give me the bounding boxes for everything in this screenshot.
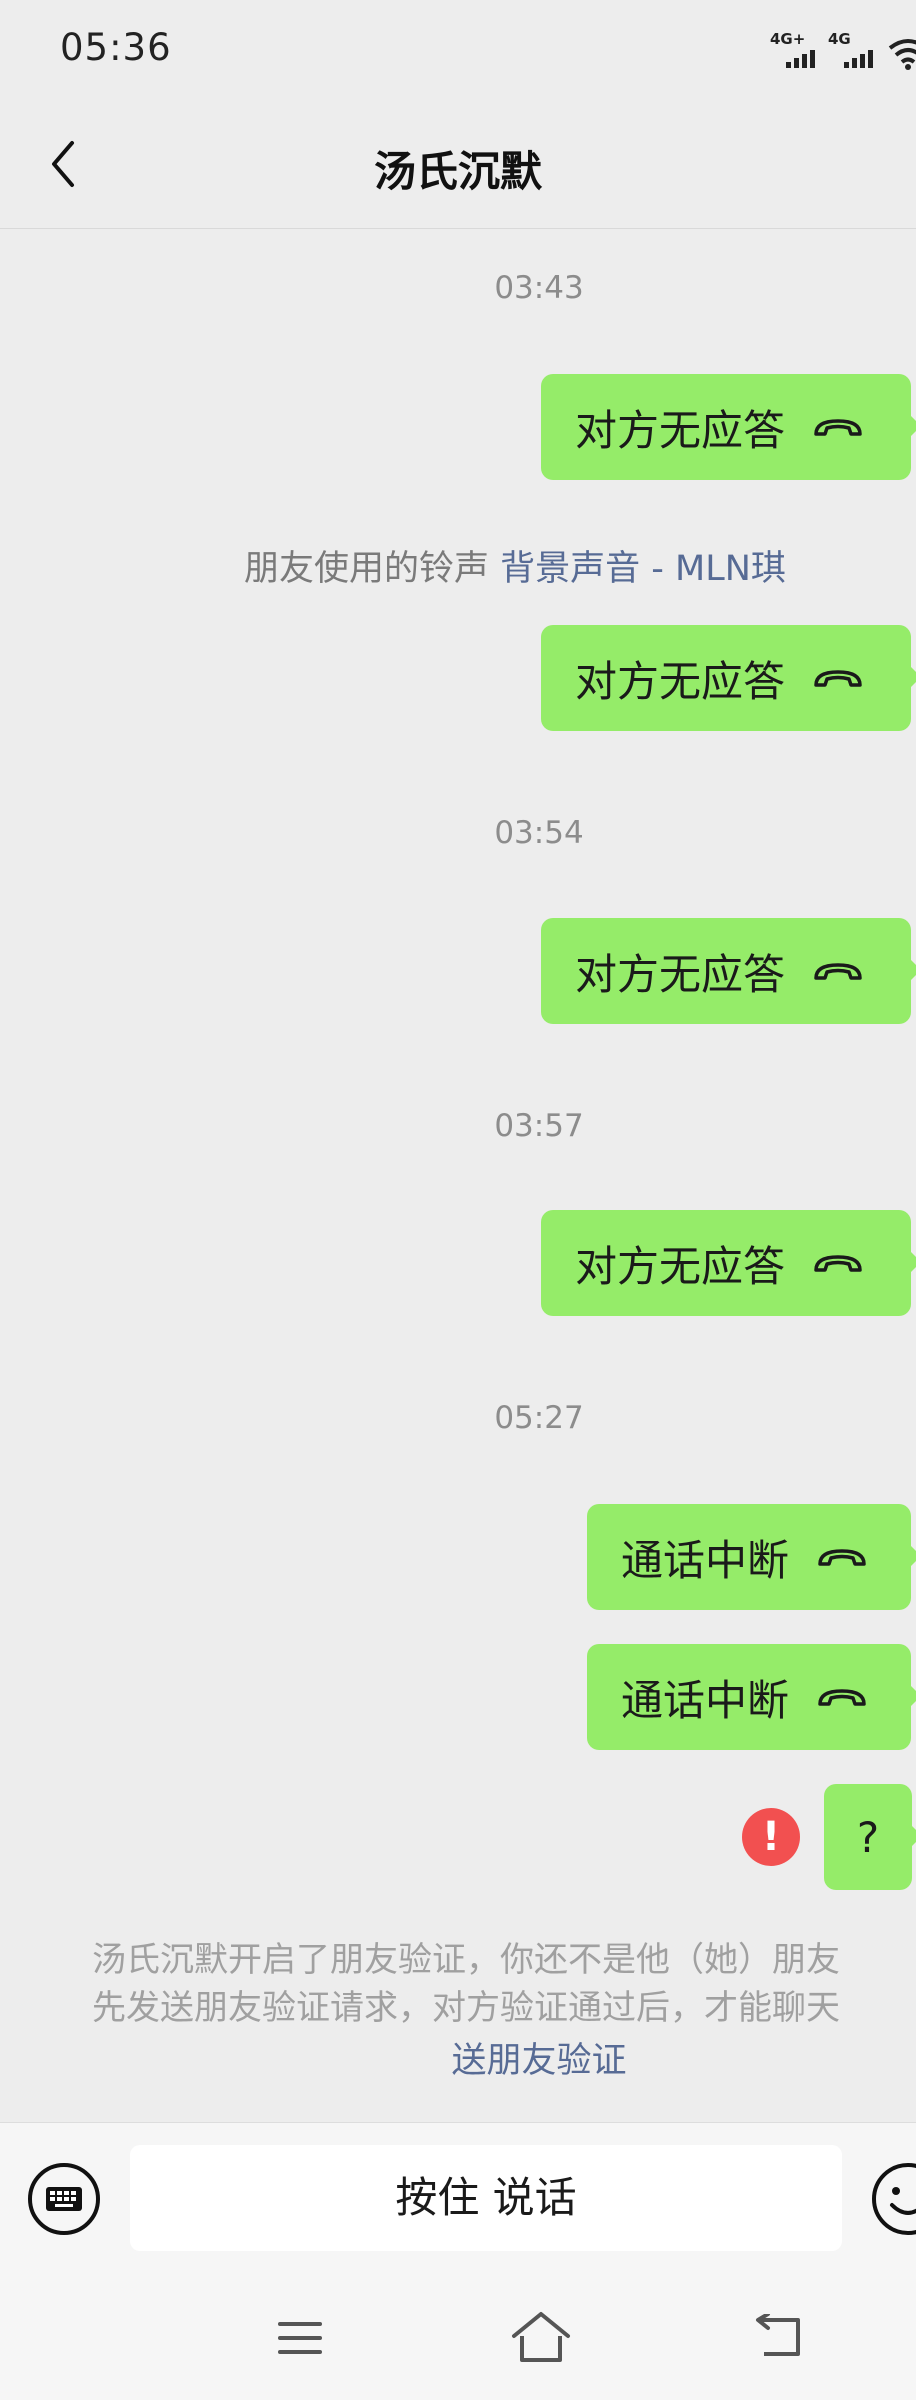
input-bar: 按住 说话: [0, 2122, 916, 2279]
emoji-button[interactable]: [872, 2163, 916, 2235]
status-time: 05:36: [60, 26, 172, 69]
chat-header: 汤氏沉默: [0, 100, 916, 229]
message-text: ?: [856, 1812, 880, 1862]
call-message-bubble[interactable]: 对方无应答: [541, 1210, 916, 1316]
emoji-icon: [890, 2187, 916, 2215]
send-failed-icon[interactable]: !: [742, 1808, 800, 1866]
call-status-text: 对方无应答: [575, 949, 786, 999]
network-signal-1: 4G+: [770, 30, 816, 70]
home-icon[interactable]: [510, 2310, 572, 2364]
call-message-bubble[interactable]: 对方无应答: [541, 918, 916, 1024]
hang-up-icon: [814, 670, 862, 687]
message-timestamp: 03:54: [494, 815, 584, 851]
notice-line-2: 先发送朋友验证请求，对方验证通过后，才能聊天: [92, 1988, 840, 2028]
notice-line-1: 汤氏沉默开启了朋友验证，你还不是他（她）朋友: [92, 1940, 840, 1980]
friend-verification-notice: 汤氏沉默开启了朋友验证，你还不是他（她）朋友 先发送朋友验证请求，对方验证通过后…: [92, 1936, 916, 2032]
status-bar: 05:36 4G+ 4G: [0, 0, 916, 100]
call-message-bubble[interactable]: 通话中断: [587, 1644, 916, 1750]
text-message-bubble[interactable]: ?: [824, 1784, 916, 1890]
call-status-text: 对方无应答: [575, 1241, 786, 1291]
menu-icon[interactable]: [276, 2318, 324, 2358]
call-status-text: 对方无应答: [575, 405, 786, 455]
hold-to-talk-button[interactable]: 按住 说话: [130, 2145, 842, 2251]
keyboard-toggle-button[interactable]: [28, 2163, 100, 2235]
call-status-text: 对方无应答: [575, 656, 786, 706]
hang-up-icon: [818, 1689, 866, 1706]
message-timestamp: 03:43: [494, 270, 584, 306]
message-timestamp: 03:57: [494, 1108, 584, 1144]
chat-title: 汤氏沉默: [373, 147, 542, 196]
hang-up-icon: [814, 1255, 862, 1272]
keyboard-icon: [46, 2187, 82, 2211]
wifi-icon: [886, 34, 916, 70]
signal-bars-icon: [786, 50, 815, 68]
call-message-bubble[interactable]: 对方无应答: [541, 625, 916, 731]
ringtone-link[interactable]: 背景声音 - MLN琪: [500, 549, 786, 589]
signal-bars-icon: [844, 50, 873, 68]
network-signal-2: 4G: [828, 30, 874, 70]
system-nav-bar: [0, 2278, 916, 2400]
network-type-1: 4G+: [770, 30, 806, 48]
ringtone-notice: 朋友使用的铃声 背景声音 - MLN琪: [244, 540, 786, 591]
send-verification-link[interactable]: 送朋友验证: [0, 2032, 916, 2083]
hang-up-icon: [818, 1549, 866, 1566]
call-status-text: 通话中断: [621, 1675, 790, 1725]
call-message-bubble[interactable]: 对方无应答: [541, 374, 916, 480]
hang-up-icon: [814, 419, 862, 436]
ringtone-label: 朋友使用的铃声: [244, 549, 490, 589]
hang-up-icon: [814, 963, 862, 980]
call-status-text: 通话中断: [621, 1535, 790, 1585]
call-message-bubble[interactable]: 通话中断: [587, 1504, 916, 1610]
return-icon[interactable]: [754, 2314, 804, 2358]
status-icons: 4G+ 4G: [770, 30, 916, 70]
network-type-2: 4G: [828, 30, 851, 48]
message-timestamp: 05:27: [494, 1400, 584, 1436]
